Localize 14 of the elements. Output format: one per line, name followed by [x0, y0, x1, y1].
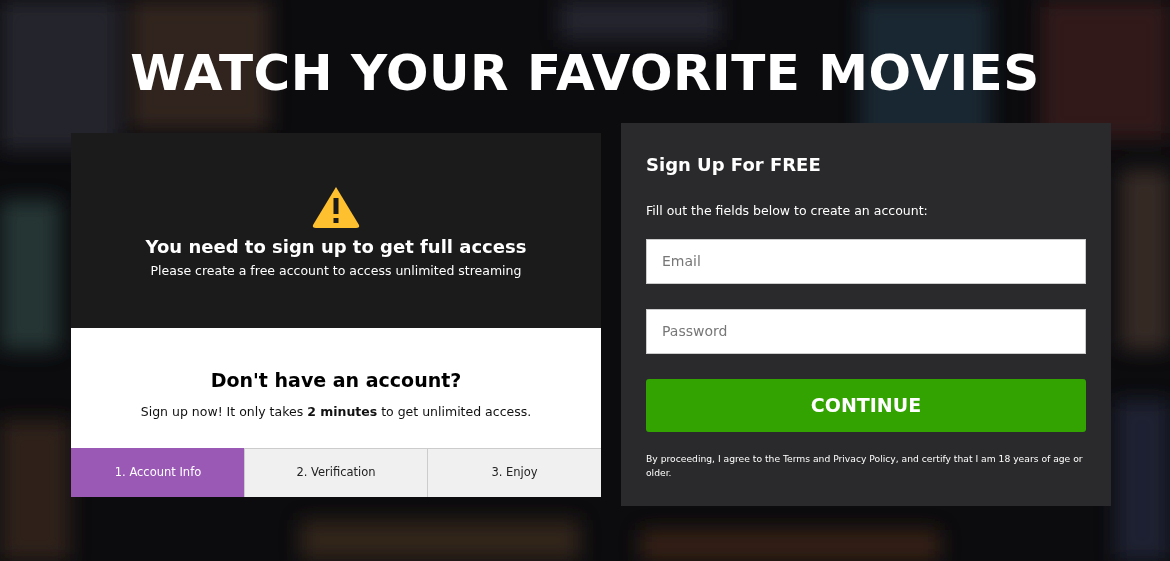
step-tab[interactable]: 1. Account Info	[71, 448, 244, 497]
legal-text: By proceeding, I agree to the Terms and Privacy Policy, and certify that I am 18 years of age or older.	[646, 451, 1084, 480]
notice-title: You need to sign up to get full access	[145, 235, 527, 259]
input-field[interactable]: Password	[646, 308, 1086, 354]
step-tab[interactable]: 3. Enjoy	[427, 448, 601, 497]
input-field[interactable]: Email	[646, 238, 1086, 284]
prompt-title: Don't have an account?	[210, 368, 462, 393]
prompt-text: Sign up now! It only takes 2 minutes to get unlimited access.	[140, 402, 532, 421]
warning-icon	[311, 185, 361, 229]
notice-subtitle: Please create a free account to access unlimited streaming	[150, 262, 522, 280]
signup-instructions: Fill out the fields below to create an account:	[646, 202, 929, 220]
step-tab[interactable]: 2. Verification	[244, 448, 427, 497]
signup-title: Sign Up For FREE	[646, 153, 822, 177]
headline: WATCH YOUR FAVORITE MOVIES	[129, 43, 1041, 98]
